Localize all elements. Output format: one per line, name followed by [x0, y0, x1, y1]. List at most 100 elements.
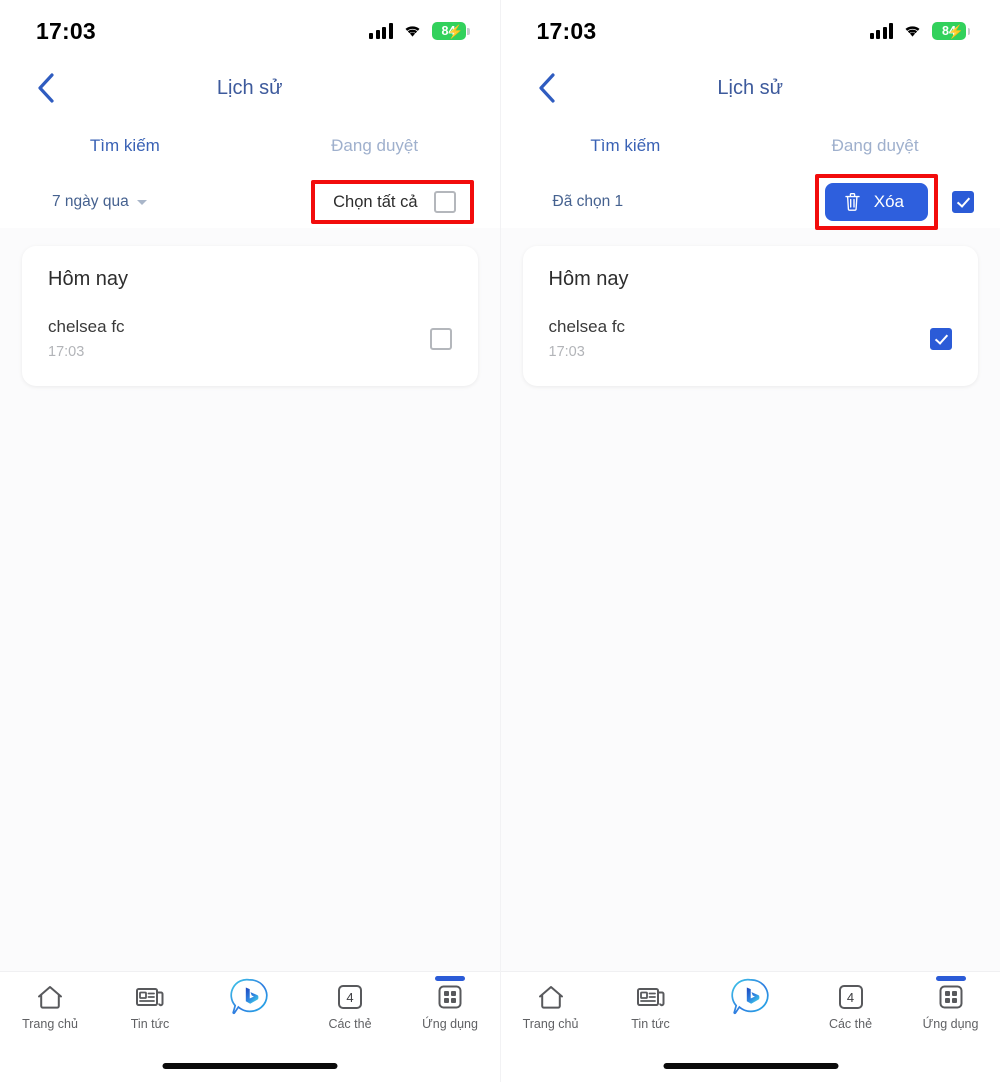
apps-grid-icon	[436, 980, 464, 1014]
history-group-title: Hôm nay	[548, 268, 629, 290]
nav-item-apps[interactable]: Ứng dụng	[400, 976, 500, 1031]
status-time: 17:03	[536, 17, 597, 44]
bing-chat-icon	[730, 978, 771, 1015]
tab-bar: Tìm kiếm Đang duyệt	[0, 124, 500, 176]
nav-header: Lịch sử	[0, 62, 500, 124]
tab-search[interactable]: Tìm kiếm	[501, 124, 751, 176]
history-time: 17:03	[48, 344, 85, 360]
nav-item-tabs-label: Các thẻ	[328, 1017, 372, 1031]
home-indicator	[162, 1063, 338, 1069]
select-all-checkbox[interactable]	[952, 191, 974, 213]
tab-browsing[interactable]: Đang duyệt	[250, 124, 500, 176]
nav-item-news-label: Tin tức	[631, 1017, 670, 1031]
chevron-left-icon	[538, 73, 555, 103]
selection-actions: Xóa	[814, 174, 974, 230]
news-icon	[135, 980, 165, 1014]
page-title: Lịch sử	[216, 77, 283, 99]
status-bar: 17:03 84 ⚡	[500, 0, 1000, 62]
nav-active-indicator	[435, 976, 465, 981]
nav-item-news[interactable]: Tin tức	[601, 980, 701, 1031]
nav-item-tabs-label: Các thẻ	[828, 1017, 873, 1031]
delete-button[interactable]: Xóa	[824, 183, 928, 221]
history-card: Hôm nay chelsea fc 17:03	[22, 246, 478, 386]
nav-item-tabs[interactable]: 4 Các thẻ	[801, 980, 901, 1031]
nav-item-home-label: Trang chủ	[22, 1017, 78, 1031]
nav-item-apps-label: Ứng dụng	[922, 1017, 979, 1031]
tabs-count-badge: 4	[338, 985, 362, 1009]
status-bar: 17:03 84 ⚡	[0, 0, 500, 62]
apps-grid-icon	[937, 980, 965, 1014]
tab-search-label: Tìm kiếm	[89, 136, 160, 155]
status-indicators: 84 ⚡	[369, 22, 470, 40]
tab-search[interactable]: Tìm kiếm	[0, 124, 250, 176]
nav-item-bing-chat[interactable]	[701, 978, 801, 1017]
nav-item-home[interactable]: Trang chủ	[501, 980, 601, 1031]
history-query: chelsea fc	[48, 317, 125, 336]
nav-header: Lịch sử	[500, 62, 1000, 124]
tab-bar: Tìm kiếm Đang duyệt	[500, 124, 1000, 176]
select-all-control[interactable]: Chọn tất cả	[315, 184, 469, 220]
select-all-checkbox[interactable]	[433, 191, 456, 213]
history-group-title: Hôm nay	[48, 268, 129, 290]
back-button[interactable]	[26, 68, 66, 108]
bing-chat-icon	[230, 978, 270, 1015]
signal-bars-icon	[369, 23, 393, 39]
history-toolbar: Đã chọn 1 Xóa	[500, 174, 1000, 230]
nav-item-bing-chat[interactable]	[200, 978, 300, 1017]
history-row[interactable]: chelsea fc 17:03	[549, 317, 952, 360]
news-icon	[636, 980, 666, 1014]
delete-button-wrap: Xóa	[819, 178, 934, 226]
history-toolbar: 7 ngày qua Chọn tất cả	[0, 176, 500, 228]
bottom-nav-bar: Trang chủ Tin tức 4 Các thẻ Ứng dụng	[500, 971, 1000, 1082]
delete-highlight: Xóa	[814, 174, 938, 230]
home-indicator	[663, 1063, 838, 1069]
tabs-count-icon: 4	[338, 980, 362, 1014]
delete-button-label: Xóa	[873, 192, 904, 211]
nav-item-apps-label: Ứng dụng	[422, 1017, 478, 1031]
nav-item-news-label: Tin tức	[130, 1017, 170, 1031]
screen-right: 17:03 84 ⚡ Lịch sử Tìm kiếm Đang duyệt Đ…	[500, 0, 1000, 1082]
nav-item-home[interactable]: Trang chủ	[0, 980, 100, 1031]
history-row[interactable]: chelsea fc 17:03	[48, 317, 452, 360]
status-indicators: 84 ⚡	[869, 22, 970, 40]
select-all-label: Chọn tất cả	[333, 192, 418, 211]
chevron-left-icon	[38, 73, 54, 103]
chevron-down-icon	[136, 199, 147, 205]
nav-item-news[interactable]: Tin tức	[100, 980, 200, 1031]
nav-item-tabs[interactable]: 4 Các thẻ	[300, 980, 400, 1031]
history-row-text: chelsea fc 17:03	[549, 317, 626, 360]
bolt-icon: ⚡	[447, 24, 464, 39]
bottom-nav-items: Trang chủ Tin tức 4 Các thẻ Ứng dụng	[0, 972, 500, 1050]
wifi-icon	[405, 26, 419, 37]
nav-item-apps[interactable]: Ứng dụng	[901, 976, 1000, 1031]
date-range-label: 7 ngày qua	[52, 193, 129, 210]
tabs-count-icon: 4	[838, 980, 863, 1014]
date-range-selector[interactable]: 7 ngày qua	[52, 193, 147, 211]
history-time: 17:03	[548, 344, 585, 360]
signal-bars-icon	[869, 23, 893, 39]
tab-browsing[interactable]: Đang duyệt	[750, 124, 1000, 176]
bottom-nav-bar: Trang chủ Tin tức 4 Các thẻ Ứng dụng	[0, 971, 500, 1082]
tab-browsing-label: Đang duyệt	[331, 136, 419, 155]
history-row-text: chelsea fc 17:03	[48, 317, 125, 360]
nav-active-indicator	[935, 976, 966, 981]
tab-browsing-label: Đang duyệt	[831, 136, 919, 155]
nav-item-home-label: Trang chủ	[522, 1017, 579, 1031]
dual-screenshot-container: 17:03 84 ⚡ Lịch sử Tìm kiếm Đang duyệt 7…	[0, 0, 1000, 1082]
select-all-highlight: Chọn tất cả	[311, 180, 474, 224]
selected-count-label: Đã chọn 1	[552, 193, 624, 210]
history-query: chelsea fc	[548, 317, 626, 336]
screen-left: 17:03 84 ⚡ Lịch sử Tìm kiếm Đang duyệt 7…	[0, 0, 501, 1082]
bolt-icon: ⚡	[947, 24, 964, 39]
trash-icon	[845, 193, 860, 211]
battery-indicator: 84 ⚡	[932, 22, 970, 40]
tab-search-label: Tìm kiếm	[590, 136, 661, 155]
status-time: 17:03	[36, 17, 96, 44]
back-button[interactable]	[527, 68, 567, 108]
home-icon	[537, 980, 565, 1014]
history-row-checkbox[interactable]	[429, 327, 452, 350]
history-row-checkbox[interactable]	[930, 327, 952, 350]
wifi-icon	[905, 26, 920, 37]
battery-indicator: 84 ⚡	[431, 22, 470, 40]
history-card: Hôm nay chelsea fc 17:03	[522, 246, 978, 386]
